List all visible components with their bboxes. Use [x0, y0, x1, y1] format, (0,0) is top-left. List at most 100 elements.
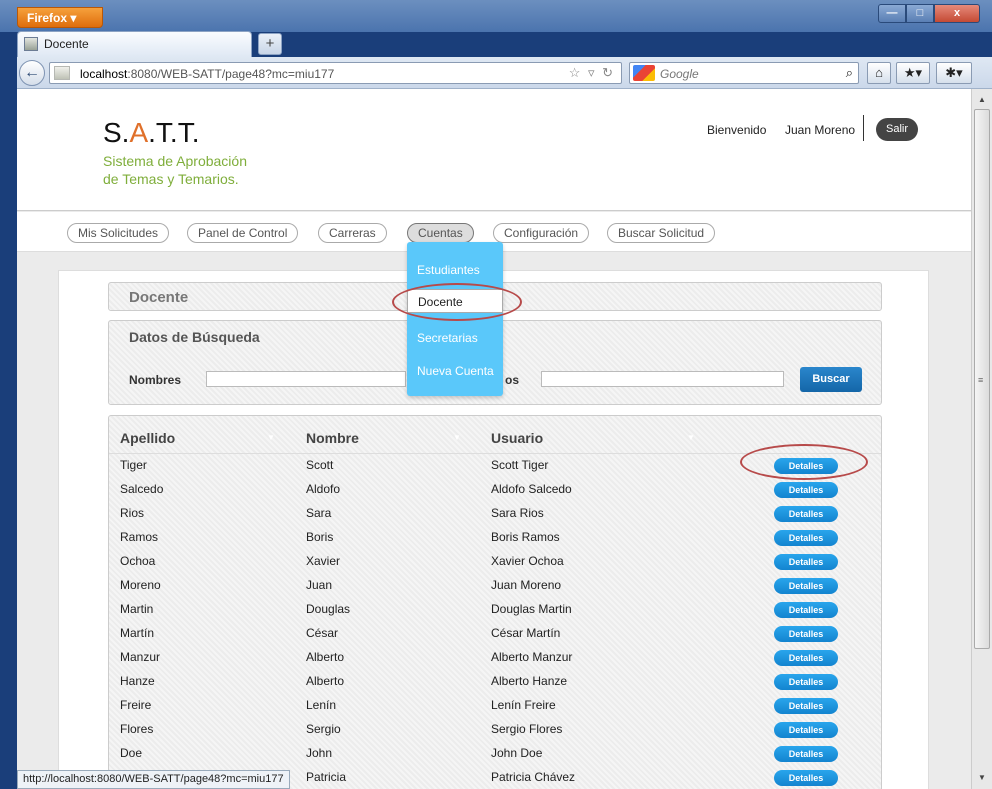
nombres-label: Nombres [129, 373, 182, 387]
detalles-button[interactable]: Detalles [774, 530, 838, 546]
detalles-button[interactable]: Detalles [774, 458, 838, 474]
bookmarks-menu-icon[interactable]: ★▾ [896, 62, 930, 84]
detalles-button[interactable]: Detalles [774, 722, 838, 738]
sort-arrow-icon[interactable]: ▼ [687, 433, 695, 442]
firefox-menu-button[interactable]: Firefox ▾ [17, 7, 103, 28]
cell-nombre: Aldofo [306, 482, 341, 496]
dropdown-item-docente[interactable]: Docente [407, 289, 503, 313]
table-row: Salcedo Aldofo Aldofo Salcedo Detalles [109, 478, 881, 502]
table-row: Rios Sara Sara Rios Detalles [109, 502, 881, 526]
menu-cuentas[interactable]: Cuentas [407, 223, 474, 243]
site-subtitle: Sistema de Aprobación de Temas y Temarios… [103, 153, 247, 187]
detalles-button[interactable]: Detalles [774, 554, 838, 570]
table-body: Tiger Scott Scott Tiger Detalles Salcedo Aldo… [109, 453, 881, 789]
detalles-button[interactable]: Detalles [774, 506, 838, 522]
nombres-input[interactable] [206, 371, 406, 387]
cell-apellido: Salcedo [120, 482, 164, 496]
menu-panel-de-control[interactable]: Panel de Control [187, 223, 299, 243]
cell-nombre: Sara [306, 506, 332, 520]
table-row: Martin Douglas Douglas Martin Detalles [109, 598, 881, 622]
cell-nombre: Xavier [306, 554, 341, 568]
home-icon[interactable]: ⌂ [867, 62, 891, 84]
detalles-button[interactable]: Detalles [774, 770, 838, 786]
search-icon[interactable]: ⌕ [846, 65, 853, 81]
detalles-button[interactable]: Detalles [774, 578, 838, 594]
cell-usuario: Alberto Manzur [491, 650, 573, 664]
cell-nombre: John [306, 746, 333, 760]
apellidos-label: os [505, 373, 520, 387]
menu-buscar-solicitud[interactable]: Buscar Solicitud [607, 223, 716, 243]
table-row: Hanze Alberto Alberto Hanze Detalles [109, 670, 881, 694]
scroll-up-arrow-icon[interactable]: ▲ [974, 92, 990, 108]
search-box[interactable]: Google ⌕ [629, 62, 859, 84]
detalles-button[interactable]: Detalles [774, 698, 838, 714]
table-row: Ramos Boris Boris Ramos Detalles [109, 526, 881, 550]
apellidos-input[interactable] [541, 371, 784, 387]
search-section-title: Datos de Búsqueda [129, 329, 260, 345]
minimize-button[interactable]: — [878, 4, 906, 23]
detalles-button[interactable]: Detalles [774, 482, 838, 498]
cell-apellido: Tiger [120, 458, 147, 472]
menu-configuracion[interactable]: Configuración [493, 223, 590, 243]
close-button[interactable]: x [934, 4, 980, 23]
cell-nombre: Juan [306, 578, 333, 592]
table-row: Freire Lenín Lenín Freire Detalles [109, 694, 881, 718]
logout-button[interactable]: Salir [876, 118, 918, 141]
table-row: Manzur Alberto Alberto Manzur Detalles [109, 646, 881, 670]
buscar-button[interactable]: Buscar [800, 367, 862, 392]
column-header-usuario[interactable]: Usuario [491, 430, 543, 446]
url-bar[interactable]: localhost:8080/WEB-SATT/page48?mc=miu177… [49, 62, 622, 84]
back-button[interactable]: ← [19, 60, 45, 86]
sort-arrow-icon[interactable]: ▼ [453, 433, 461, 442]
sort-arrow-icon[interactable]: ▼ [267, 433, 275, 442]
cell-usuario: César Martín [491, 626, 561, 640]
cell-nombre: Alberto [306, 674, 345, 688]
url-text: localhost:8080/WEB-SATT/page48?mc=miu177 [80, 67, 335, 81]
cell-nombre: Boris [306, 530, 334, 544]
page-title: Docente [129, 289, 189, 306]
site-identity-icon [54, 66, 70, 80]
cell-apellido: Flores [120, 722, 154, 736]
scrollbar-thumb[interactable]: ≡ [974, 109, 990, 649]
dropdown-item-estudiantes[interactable]: Estudiantes [407, 258, 503, 282]
cuentas-dropdown: Estudiantes Docente Secretarias Nueva Cu… [407, 242, 503, 396]
new-tab-button[interactable]: + [258, 33, 282, 55]
cell-apellido: Martín [120, 626, 155, 640]
detalles-button[interactable]: Detalles [774, 650, 838, 666]
tab-docente[interactable]: Docente [17, 31, 252, 57]
site-logo[interactable]: S.A.T.T. [103, 117, 200, 149]
search-engine-icon[interactable] [633, 65, 655, 81]
maximize-button[interactable]: □ [906, 4, 934, 23]
cell-apellido: Doe [120, 746, 143, 760]
menu-carreras[interactable]: Carreras [318, 223, 387, 243]
cell-nombre: Douglas [306, 602, 351, 616]
welcome-text: Bienvenido [707, 123, 767, 137]
window-controls: — □ x [878, 4, 980, 23]
cell-usuario: Juan Moreno [491, 578, 562, 592]
bookmark-star-icon[interactable]: ☆ ▿ ↻ [569, 65, 615, 81]
detalles-button[interactable]: Detalles [774, 674, 838, 690]
cell-nombre: Patricia [306, 770, 347, 784]
cell-nombre: Sergio [306, 722, 341, 736]
addon-icon[interactable]: ✱▾ [936, 62, 972, 84]
column-header-apellido[interactable]: Apellido [120, 430, 175, 446]
vertical-scrollbar[interactable]: ▲ ≡ ▼ [971, 89, 992, 789]
cell-usuario: Scott Tiger [491, 458, 549, 472]
cell-apellido: Moreno [120, 578, 161, 592]
detalles-button[interactable]: Detalles [774, 746, 838, 762]
menu-mis-solicitudes[interactable]: Mis Solicitudes [67, 223, 170, 243]
column-header-nombre[interactable]: Nombre [306, 430, 359, 446]
cell-usuario: Sara Rios [491, 506, 544, 520]
status-bar: http://localhost:8080/WEB-SATT/page48?mc… [17, 770, 290, 789]
cell-apellido: Hanze [120, 674, 155, 688]
dropdown-item-nueva-cuenta[interactable]: Nueva Cuenta [407, 359, 503, 383]
detalles-button[interactable]: Detalles [774, 602, 838, 618]
dropdown-item-secretarias[interactable]: Secretarias [407, 326, 503, 350]
page-favicon-icon [24, 37, 38, 51]
cell-nombre: Scott [306, 458, 334, 472]
scroll-down-arrow-icon[interactable]: ▼ [974, 770, 990, 786]
detalles-button[interactable]: Detalles [774, 626, 838, 642]
table-row: Flores Sergio Sergio Flores Detalles [109, 718, 881, 742]
tab-title: Docente [44, 37, 89, 51]
cell-apellido: Ramos [120, 530, 159, 544]
